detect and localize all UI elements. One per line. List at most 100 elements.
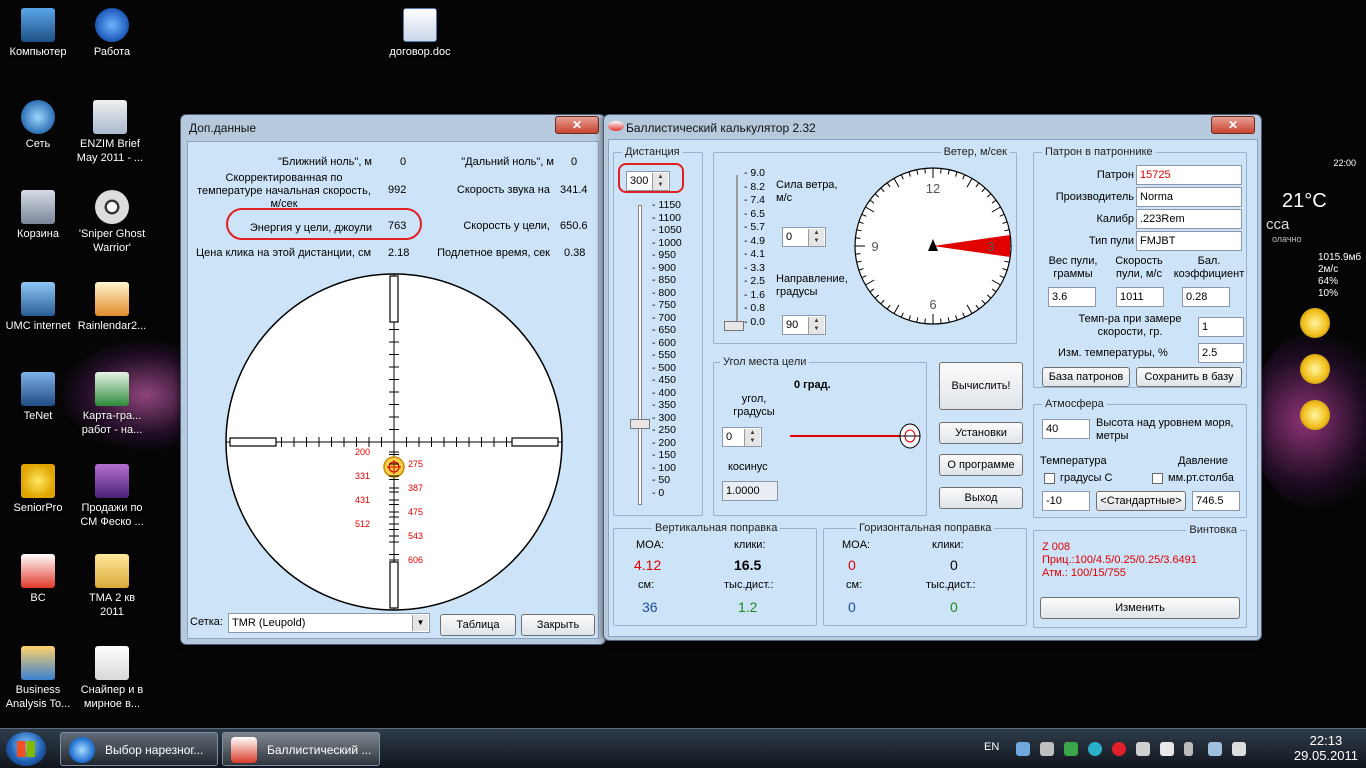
desktop-icon-doc[interactable]: договор.doc [376,8,464,59]
pressure-input[interactable]: 746.5 [1192,491,1240,511]
desktop-icon-tma[interactable]: ТМА 2 кв 2011 [68,554,156,619]
desktop-icon-work[interactable]: Работа [68,8,156,59]
bullet-speed-input[interactable]: 1011 [1116,287,1164,307]
wind-slider-track[interactable] [736,175,738,325]
distance-slider-track[interactable] [638,205,642,505]
dop-titlebar[interactable]: Доп.данные [181,115,605,139]
click-value-label: Цена клика на этой дистанции, см [196,247,372,259]
settings-tray-icon[interactable] [1040,742,1054,756]
temperature-input[interactable]: -10 [1042,491,1090,511]
distance-scale-label: - 700 [652,311,676,324]
crosshair-icon [95,190,129,224]
spin-arrows-icon[interactable]: ▲ ▼ [808,229,824,246]
cartridge-base-button[interactable]: База патронов [1042,367,1130,387]
bullet-weight-input[interactable]: 3.6 [1048,287,1096,307]
temp-measure-label: Темп-ра при замере скорости, гр. [1078,313,1182,338]
sync-tray-icon[interactable] [1088,742,1102,756]
calendar-icon [95,282,129,316]
cartridge-input[interactable]: 15725 [1136,165,1242,185]
network-tray-icon[interactable] [1016,742,1030,756]
grid-select[interactable]: TMR (Leupold) ▼ [228,613,430,633]
wind-direction-input[interactable]: 90 ▲ ▼ [782,315,826,335]
distance-scale-label: - 800 [652,286,676,299]
opera-tray-icon[interactable] [1112,742,1126,756]
taskbar-item-browser[interactable]: Выбор нарезног... [60,732,218,766]
altitude-input[interactable]: 40 [1042,419,1090,439]
distance-scale-label: - 500 [652,361,676,374]
flight-time-label: Подлетное время, сек [437,247,550,259]
close-button[interactable]: Закрыть [521,614,595,636]
angle-line [790,435,902,437]
spin-arrows-icon[interactable]: ▲ ▼ [744,429,760,446]
near-zero-value: 0 [400,156,407,168]
distance-scale-label: - 50 [652,474,671,486]
weather-gadget[interactable]: 22:00 21°C сса олачно 1015.9мб 2м/с 64% … [1262,156,1366,456]
target-speed-label: Скорость у цели, [463,220,550,232]
clock-label-9: 9 [871,239,878,254]
about-button[interactable]: О программе [939,454,1023,476]
caliber-input[interactable]: .223Rem [1136,209,1242,229]
exit-button[interactable]: Выход [939,487,1023,509]
temperature-label: Температура [1040,455,1107,467]
distance-scale-label: - 250 [652,424,676,436]
clock-label-3: 3 [987,239,994,254]
save-to-base-button[interactable]: Сохранить в базу [1136,367,1242,387]
start-button[interactable] [6,732,46,766]
desktop-icon-snaiper[interactable]: Снайпер и в мирное в... [68,646,156,711]
distance-scale-label: - 400 [652,386,676,399]
spin-arrows-icon[interactable]: ▲ ▼ [808,317,824,334]
desktop-icon-prodazhi[interactable]: Продажи по СМ Феско ... [68,464,156,529]
distance-scale-label: - 650 [652,324,676,336]
angle-input[interactable]: 0 ▲ ▼ [722,427,762,447]
wind-clock-dial[interactable]: 12 3 6 9 [852,165,1014,327]
distance-scale-label: - 100 [652,461,676,474]
desktop-icon-rainlendar[interactable]: Rainlendar2... [68,282,156,333]
wifi-tray-icon[interactable] [1208,742,1222,756]
vertical-cm-label: см: [638,579,655,591]
settings-button[interactable]: Установки [939,422,1023,444]
dop-close-button[interactable]: ✕ [555,116,599,134]
ballistic-coefficient-input[interactable]: 0.28 [1182,287,1230,307]
volume-tray-icon[interactable] [1232,742,1246,756]
atmosphere-group: Атмосфера 40 Высота над уровнем моря, ме… [1033,398,1247,518]
bullet-weight-label: Вес пули, граммы [1048,255,1098,280]
temp-measure-input[interactable]: 1 [1198,317,1244,337]
calc-titlebar[interactable]: Баллистический калькулятор 2.32 [604,115,1261,139]
change-rifle-button[interactable]: Изменить [1040,597,1240,619]
wind-scale-label: - 7.4 [744,194,766,206]
calc-close-button[interactable]: ✕ [1211,116,1255,134]
distance-scale-label: - 1000 [652,236,682,249]
wind-slider-thumb[interactable] [724,321,744,331]
rifle-name: Z 008 [1042,541,1071,553]
desktop-icon-enzim[interactable]: ENZIM Brief May 2011 - ... [66,100,154,165]
taskbar-item-ballistic[interactable]: Баллистический ... [222,732,380,766]
battery-tray-icon[interactable] [1184,742,1193,756]
temp-change-input[interactable]: 2.5 [1198,343,1244,363]
far-zero-label: "Дальний ноль", м [461,156,554,168]
wind-force-input[interactable]: 0 ▲ ▼ [782,227,826,247]
bullet-icon [21,554,55,588]
system-clock[interactable]: 22:13 29.05.2011 [1294,733,1358,763]
network-icon [21,100,55,134]
flag-tray-icon[interactable] [1136,742,1150,756]
device-tray-icon[interactable] [1160,742,1174,756]
maker-input[interactable]: Norma [1136,187,1242,207]
table-button[interactable]: Таблица [440,614,516,636]
language-indicator[interactable]: EN [984,741,999,753]
desktop-icon-sniper[interactable]: 'Sniper Ghost Warrior' [68,190,156,255]
chart-tray-icon[interactable] [1064,742,1078,756]
weather-city: сса [1266,216,1290,233]
temp-unit-checkbox[interactable] [1044,473,1055,484]
calculate-button[interactable]: Вычислить! [939,362,1023,410]
distance-scale-label: - 750 [652,299,676,311]
distance-slider-thumb[interactable] [630,419,650,429]
standard-atmosphere-button[interactable]: <Стандартные> [1096,491,1186,511]
pressure-unit-checkbox[interactable] [1152,473,1163,484]
bullet-type-input[interactable]: FMJBT [1136,231,1242,251]
horizontal-cm-label: см: [846,579,863,591]
desktop-icon-karta[interactable]: Карта-гра... работ - на... [68,372,156,437]
wind-scale-label: - 4.9 [744,234,766,247]
reticle-mark-512: 512 [355,519,370,529]
chevron-down-icon[interactable]: ▼ [412,615,428,631]
rifle-group: Винтовка Z 008 Приц.:100/4.5/0.25/0.25/3… [1033,524,1247,628]
